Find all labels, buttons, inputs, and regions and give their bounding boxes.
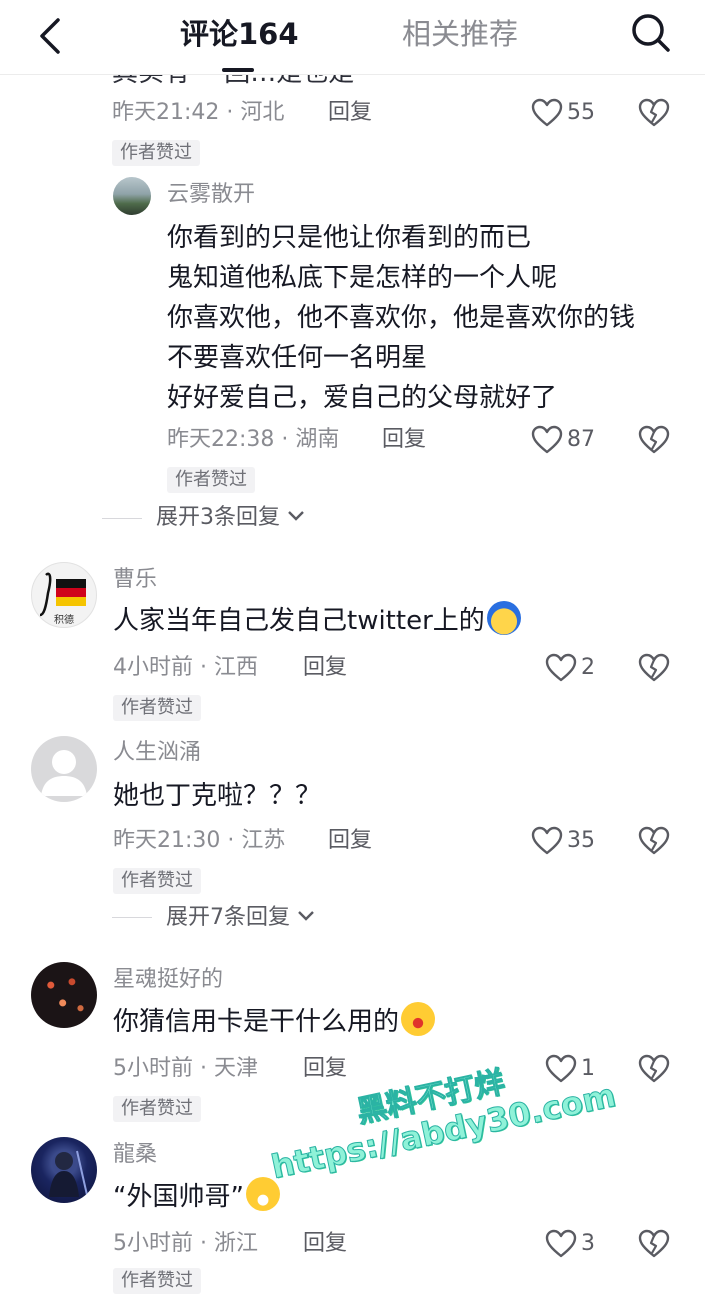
divider xyxy=(112,917,152,918)
expand-label: 展开3条回复 xyxy=(156,505,280,530)
dislike-button[interactable] xyxy=(638,97,670,129)
like-count: 35 xyxy=(567,828,595,853)
reply-text-line: 你看到的只是他让你看到的而已 xyxy=(167,223,532,253)
comment-meta: 昨天21:42 · 河北 xyxy=(112,100,285,125)
reply-button[interactable]: 回复 xyxy=(303,1054,347,1084)
dislike-button[interactable] xyxy=(638,1053,670,1085)
avatar[interactable]: 积德 xyxy=(31,562,97,628)
default-avatar-icon xyxy=(41,750,87,796)
search-icon xyxy=(632,14,670,52)
dislike-button[interactable] xyxy=(638,1228,670,1260)
expand-replies-button[interactable]: 展开3条回复 xyxy=(156,503,305,533)
avatar[interactable] xyxy=(31,736,97,802)
comment-username[interactable]: 人生汹涌 xyxy=(113,739,201,767)
heart-icon xyxy=(545,1054,577,1083)
expand-replies-button[interactable]: 展开7条回复 xyxy=(166,903,315,933)
like-count: 3 xyxy=(581,1231,595,1256)
comment-text: 她也丁克啦？？？ xyxy=(113,781,322,811)
avatar[interactable] xyxy=(31,962,97,1028)
back-icon xyxy=(40,18,60,54)
reply-button[interactable]: 回复 xyxy=(328,826,372,856)
emoji-icon xyxy=(486,601,521,635)
search-button[interactable] xyxy=(628,10,674,56)
reply-text-line: 不要喜欢任何一名明星 xyxy=(167,343,428,373)
author-liked-badge: 作者赞过 xyxy=(113,1096,201,1122)
dislike-button[interactable] xyxy=(638,424,670,456)
broken-heart-icon xyxy=(638,98,670,127)
reply-button[interactable]: 回复 xyxy=(303,653,347,683)
broken-heart-icon xyxy=(638,425,670,454)
reply-button[interactable]: 回复 xyxy=(303,1229,347,1259)
broken-heart-icon xyxy=(638,653,670,682)
comment-text: “外国帅哥” xyxy=(113,1177,280,1217)
reply-button[interactable]: 回复 xyxy=(382,425,426,455)
broken-heart-icon xyxy=(638,826,670,855)
like-count: 55 xyxy=(567,100,595,125)
heart-icon xyxy=(531,98,563,127)
heart-icon xyxy=(531,826,563,855)
comment-meta: 5小时前 · 浙江 xyxy=(113,1231,258,1256)
chevron-down-icon xyxy=(298,911,314,921)
heart-icon xyxy=(545,653,577,682)
heart-icon xyxy=(531,425,563,454)
author-liked-badge: 作者赞过 xyxy=(112,140,200,166)
comment-text-content: “外国帅哥” xyxy=(113,1182,244,1212)
broken-heart-icon xyxy=(638,1054,670,1083)
comment-meta: 昨天21:30 · 江苏 xyxy=(113,828,286,853)
comment-text: 你猜信用卡是干什么用的 xyxy=(113,1002,436,1042)
like-count: 87 xyxy=(567,427,595,452)
expand-label: 展开7条回复 xyxy=(166,905,290,930)
tab-comments[interactable]: 评论164 xyxy=(180,14,299,54)
dislike-button[interactable] xyxy=(638,652,670,684)
author-liked-badge: 作者赞过 xyxy=(167,467,255,493)
dislike-button[interactable] xyxy=(638,825,670,857)
active-tab-indicator xyxy=(222,68,254,72)
comment-username[interactable]: 星魂挺好的 xyxy=(113,966,223,994)
reply-text-line: 好好爱自己，爱自己的父母就好了 xyxy=(167,383,558,413)
tab-related[interactable]: 相关推荐 xyxy=(402,14,518,54)
reply-button[interactable]: 回复 xyxy=(328,98,372,128)
reply-text-line: 你喜欢他，他不喜欢你，他是喜欢你的钱 xyxy=(167,303,636,333)
reply-text-line: 鬼知道他私底下是怎样的一个人呢 xyxy=(167,263,558,293)
author-liked-badge: 作者赞过 xyxy=(113,1268,201,1294)
heart-icon xyxy=(545,1229,577,1258)
avatar-caption: 积德 xyxy=(54,615,74,626)
broken-heart-icon xyxy=(638,1229,670,1258)
chevron-down-icon xyxy=(288,511,304,521)
like-count: 2 xyxy=(581,655,595,680)
comment-username[interactable]: 龍桑 xyxy=(113,1141,157,1169)
author-liked-badge: 作者赞过 xyxy=(113,695,201,721)
comment-username[interactable]: 曹乐 xyxy=(113,566,157,594)
top-bar: 评论164 相关推荐 xyxy=(0,0,705,75)
comment-text-content: 人家当年自己发自己twitter上的 xyxy=(113,606,485,636)
reply-username[interactable]: 云雾散开 xyxy=(167,181,255,209)
emoji-icon xyxy=(401,1002,436,1036)
avatar[interactable] xyxy=(31,1137,97,1203)
comment-meta: 4小时前 · 江西 xyxy=(113,655,258,680)
comment-text: 人家当年自己发自己twitter上的 xyxy=(113,601,521,641)
author-liked-badge: 作者赞过 xyxy=(113,868,201,894)
comment-text-content: 你猜信用卡是干什么用的 xyxy=(113,1007,400,1037)
divider xyxy=(102,518,142,519)
avatar[interactable] xyxy=(113,177,151,215)
back-button[interactable] xyxy=(36,16,68,56)
comment-meta: 5小时前 · 天津 xyxy=(113,1056,258,1081)
reply-meta: 昨天22:38 · 湖南 xyxy=(167,427,340,452)
avatar-figure-image xyxy=(49,1150,88,1197)
